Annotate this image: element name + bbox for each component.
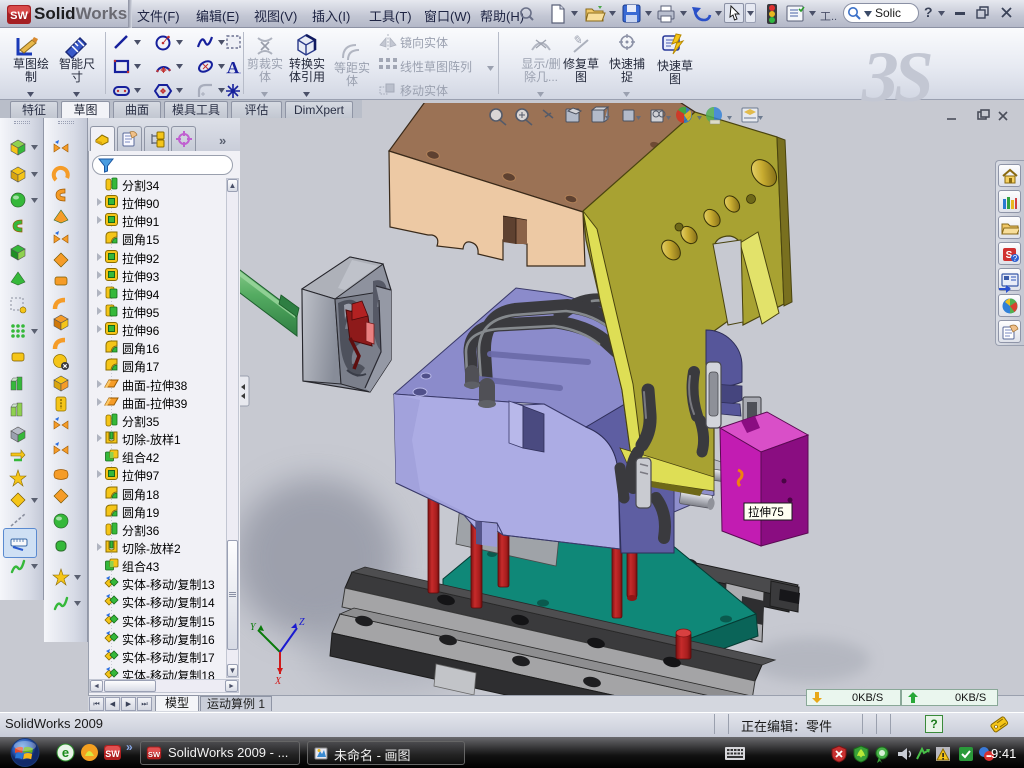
svg-text:?: ?	[1013, 254, 1018, 263]
svg-text:拉伸75: 拉伸75	[748, 505, 784, 519]
svg-text:e: e	[62, 745, 69, 760]
svg-text:SW: SW	[105, 749, 120, 759]
svg-text:✎: ✎	[572, 33, 582, 47]
svg-text:X: X	[274, 676, 282, 687]
svg-text:SW: SW	[10, 10, 28, 22]
svg-text:SW: SW	[148, 750, 161, 759]
svg-text:Z: Z	[299, 617, 305, 628]
